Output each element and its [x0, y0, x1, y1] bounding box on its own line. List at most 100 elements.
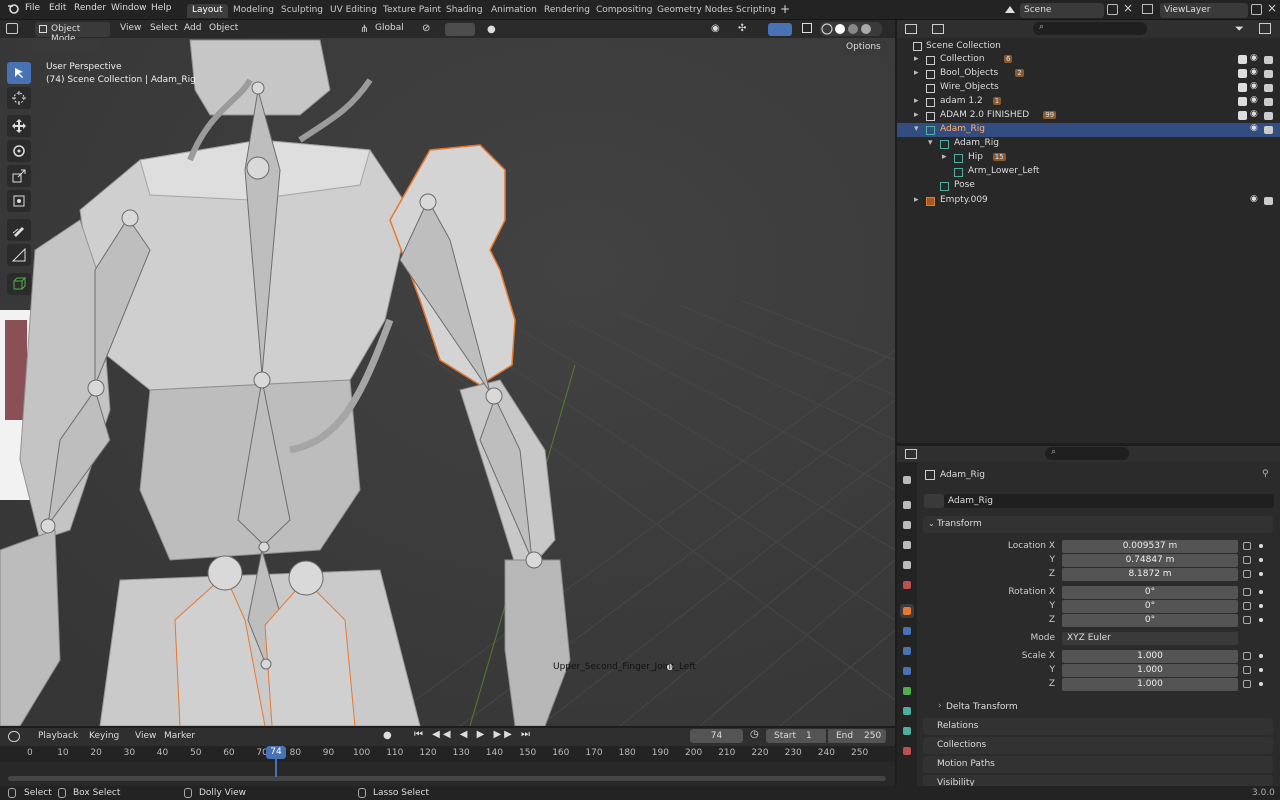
tab-compositing[interactable]: Compositing — [591, 4, 657, 18]
rotate-tool[interactable] — [7, 140, 31, 162]
proportional-edit-icon[interactable]: ● — [487, 24, 496, 35]
expand-arrow-icon[interactable]: ▸ — [914, 96, 919, 106]
properties-tab-texture-icon[interactable] — [900, 744, 914, 758]
transform-section[interactable]: Transform — [923, 516, 1273, 533]
lock-icon[interactable] — [1243, 570, 1251, 578]
lock-icon[interactable] — [1243, 616, 1251, 624]
tab-scripting[interactable]: Scripting — [731, 4, 781, 18]
expand-arrow-icon[interactable]: ▸ — [914, 110, 919, 120]
record-icon[interactable]: ● — [383, 730, 392, 741]
eye-icon[interactable]: ◉ — [1250, 194, 1258, 204]
outliner-search-input[interactable] — [1033, 22, 1147, 35]
scene-copy-icon[interactable] — [1107, 4, 1118, 15]
menu-window[interactable]: Window — [111, 3, 147, 13]
properties-search-input[interactable] — [1045, 447, 1129, 460]
exclude-checkbox[interactable] — [1238, 83, 1247, 92]
outliner-item-adam-rig-object[interactable]: ▾ Adam_Rig ◉ — [897, 123, 1280, 137]
eye-icon[interactable]: ◉ — [1250, 81, 1258, 91]
start-frame-field[interactable]: 1 — [806, 731, 812, 741]
outliner-item-arm-lower-left-bone[interactable]: Arm_Lower_Left — [897, 165, 1280, 179]
outliner-item-wire-objects[interactable]: Wire_Objects ◉ — [897, 81, 1280, 95]
view-layer-copy-icon[interactable] — [1251, 4, 1262, 15]
exclude-checkbox[interactable] — [1238, 55, 1247, 64]
keyframe-dot-icon[interactable] — [1259, 654, 1263, 658]
snap-toggle[interactable] — [445, 23, 475, 36]
menu-add[interactable]: Add — [184, 23, 201, 33]
move-tool[interactable] — [7, 115, 31, 137]
camera-render-icon[interactable] — [1264, 56, 1273, 64]
tab-modeling[interactable]: Modeling — [228, 4, 279, 18]
tab-layout[interactable]: Layout — [187, 4, 228, 18]
relations-section[interactable]: Relations — [923, 718, 1273, 735]
camera-render-icon[interactable] — [1264, 70, 1273, 78]
lock-icon[interactable] — [1243, 666, 1251, 674]
scale-x-field[interactable]: 1.000 — [1062, 650, 1238, 663]
keyframe-dot-icon[interactable] — [1259, 604, 1263, 608]
start-frame-label[interactable]: Start — [766, 729, 826, 743]
pin-icon[interactable]: ⚲ — [1262, 469, 1269, 479]
properties-tab-output-icon[interactable] — [900, 518, 914, 532]
exclude-checkbox[interactable] — [1238, 111, 1247, 120]
properties-tab-physics-icon[interactable] — [900, 664, 914, 678]
add-cube-tool[interactable] — [7, 273, 31, 295]
keyframe-dot-icon[interactable] — [1259, 618, 1263, 622]
timeline-scrollbar[interactable] — [8, 776, 886, 781]
outliner-item-collection[interactable]: ▸ Collection 6 ◉ — [897, 53, 1280, 67]
orientation-dropdown[interactable]: Global — [375, 23, 404, 33]
outliner-item-pose[interactable]: Pose — [897, 179, 1280, 193]
object-name-field[interactable]: Adam_Rig — [944, 494, 1274, 508]
menu-help[interactable]: Help — [151, 3, 172, 13]
keyframe-dot-icon[interactable] — [1259, 668, 1263, 672]
eye-icon[interactable]: ◉ — [1250, 109, 1258, 119]
properties-tab-world-icon[interactable] — [900, 578, 914, 592]
keyframe-dot-icon[interactable] — [1259, 558, 1263, 562]
properties-tab-object-icon[interactable] — [900, 604, 914, 618]
lock-icon[interactable] — [1243, 680, 1251, 688]
expand-arrow-icon[interactable]: ▾ — [928, 138, 933, 148]
expand-arrow-icon[interactable]: ▸ — [914, 54, 919, 64]
transform-tool[interactable] — [7, 190, 31, 212]
menu-select[interactable]: Select — [150, 23, 178, 33]
camera-render-icon[interactable] — [1264, 126, 1273, 134]
options-dropdown[interactable]: Options — [842, 40, 888, 55]
rotation-z-field[interactable]: 0° — [1062, 614, 1238, 627]
location-y-field[interactable]: 0.74847 m — [1062, 554, 1238, 567]
playback-controls[interactable]: ⏮ ◀◀ ◀ ▶ ▶▶ ⏭ — [414, 729, 533, 740]
menu-edit[interactable]: Edit — [49, 3, 66, 13]
outliner-item-hip-bone[interactable]: ▸ Hip 15 — [897, 151, 1280, 165]
eye-icon[interactable]: ◉ — [1250, 123, 1258, 133]
tab-geometry-nodes[interactable]: Geometry Nodes — [652, 4, 738, 18]
properties-tab-tool-icon[interactable] — [900, 473, 914, 487]
view-layer-close-icon[interactable]: × — [1267, 1, 1277, 15]
timeline-menu-marker[interactable]: Marker — [164, 731, 195, 741]
gizmo-icon[interactable]: ✣ — [738, 23, 746, 34]
current-frame-field[interactable]: 74 — [690, 729, 743, 743]
properties-tab-scene-icon[interactable] — [900, 558, 914, 572]
outliner-item-empty-009[interactable]: ▸ Empty.009 ◉ — [897, 194, 1280, 208]
menu-object[interactable]: Object — [209, 23, 238, 33]
lock-icon[interactable] — [1243, 602, 1251, 610]
camera-render-icon[interactable] — [1264, 84, 1273, 92]
motion-paths-section[interactable]: Motion Paths — [923, 756, 1273, 773]
scale-y-field[interactable]: 1.000 — [1062, 664, 1238, 677]
scene-icon[interactable] — [1004, 4, 1016, 18]
add-workspace-plus-icon[interactable]: + — [780, 2, 790, 16]
eye-icon[interactable]: ◉ — [1250, 53, 1258, 63]
view-layer-field[interactable]: ViewLayer — [1160, 3, 1248, 18]
exclude-checkbox[interactable] — [1238, 69, 1247, 78]
lock-icon[interactable] — [1243, 542, 1251, 550]
annotate-tool[interactable] — [7, 219, 31, 241]
rotation-y-field[interactable]: 0° — [1062, 600, 1238, 613]
properties-tab-constraints-icon[interactable] — [900, 684, 914, 698]
camera-render-icon[interactable] — [1264, 98, 1273, 106]
xray-icon[interactable] — [802, 23, 812, 33]
outliner-scene-collection[interactable]: Scene Collection — [897, 40, 1280, 54]
scale-tool[interactable] — [7, 165, 31, 187]
properties-tab-render-icon[interactable] — [900, 498, 914, 512]
filter-icon[interactable]: ⏷ — [1235, 22, 1244, 36]
visibility-icon[interactable]: ◉ — [711, 23, 720, 34]
menu-render[interactable]: Render — [74, 3, 106, 13]
pivot-point-icon[interactable]: ⊘ — [422, 23, 430, 34]
exclude-checkbox[interactable] — [1238, 97, 1247, 106]
3d-viewport[interactable] — [0, 20, 895, 726]
